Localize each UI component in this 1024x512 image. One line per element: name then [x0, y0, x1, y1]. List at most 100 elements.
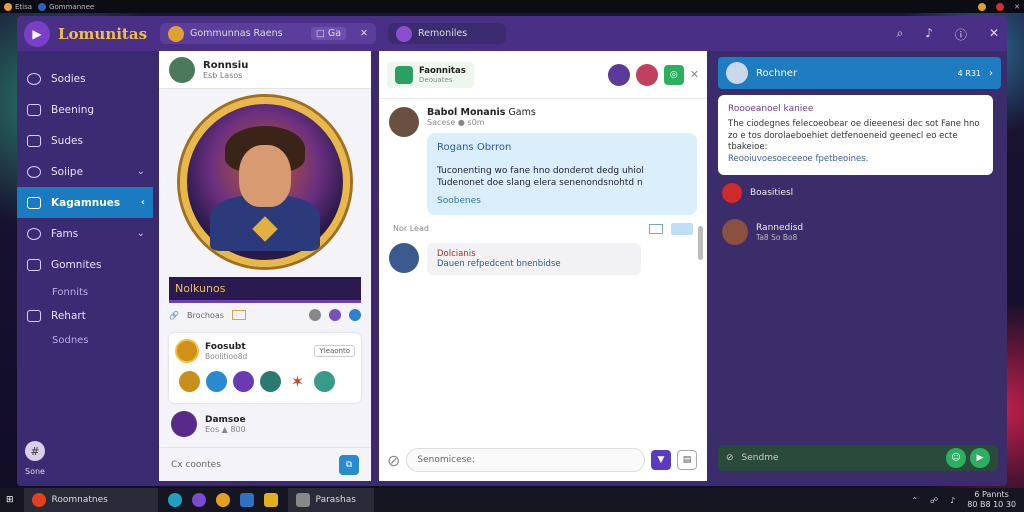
sidebar-item-rehart[interactable]: Rehart — [17, 304, 153, 328]
group-title: Faonnitas — [419, 65, 466, 76]
hero-portrait — [180, 97, 350, 267]
music-icon[interactable]: ♪ — [925, 26, 933, 43]
volume-icon[interactable]: ♪ — [950, 496, 955, 505]
search-icon[interactable]: ⌕ — [897, 26, 904, 43]
link-icon[interactable]: 🔗 — [169, 311, 179, 320]
sidebar-item-label: Soiipe — [51, 165, 84, 178]
sidebar-sub-item[interactable]: Fonnits — [17, 280, 153, 304]
sidebar-item-beening[interactable]: Beening — [17, 94, 153, 125]
right-list-item[interactable]: Boasitiesl — [712, 175, 1007, 211]
avatar[interactable] — [389, 242, 419, 273]
edge-icon[interactable] — [167, 493, 182, 507]
extension-icon[interactable] — [978, 2, 987, 11]
info-icon[interactable]: ⓘ — [955, 26, 967, 43]
chevron-right-icon[interactable]: › — [989, 68, 993, 79]
sidebar-item-kagamnues[interactable]: Kagamnues ‹ — [17, 187, 153, 218]
close-icon[interactable]: ✕ — [989, 26, 999, 43]
avatar[interactable] — [635, 63, 658, 86]
menu-icon[interactable]: ▤ — [677, 450, 697, 470]
share-icon[interactable] — [349, 309, 361, 321]
browser-tab-1[interactable]: Etisa — [4, 2, 32, 11]
tab-remoniles[interactable]: Remoniles — [388, 23, 506, 44]
browser-tab-2[interactable]: Gommannee — [38, 2, 94, 11]
settings-icon[interactable] — [309, 309, 321, 321]
window-close-icon[interactable]: ✕ — [1014, 3, 1020, 11]
network-icon[interactable]: ☍ — [930, 496, 938, 505]
message-meta-row: Nor Lead — [379, 222, 707, 235]
app-logo-icon: ▶ — [24, 20, 50, 47]
windows-start-icon[interactable]: ⊞ — [6, 495, 14, 505]
profile-user-row[interactable]: Damsoe Eos ▲ 800 — [159, 403, 371, 445]
right-list-item[interactable]: Rannedisd Ta8 So Bo8 — [712, 211, 1007, 253]
attach-icon[interactable]: ⊘ — [387, 451, 400, 470]
achievement-icon[interactable] — [233, 371, 254, 392]
chevron-down-icon[interactable]: ⌄ — [137, 228, 145, 239]
emoji-icon[interactable]: ☺ — [946, 448, 966, 468]
hashtag-icon: # — [25, 441, 45, 461]
achievement-icon[interactable] — [179, 371, 200, 392]
sidebar-footer[interactable]: # Sone — [25, 441, 45, 476]
clock-time: 6 Pannts — [974, 490, 1009, 500]
chrome-icon[interactable] — [215, 493, 230, 507]
chevron-left-icon[interactable]: ‹ — [141, 197, 145, 208]
tab-subtab[interactable]: □ Ga — [310, 27, 347, 40]
chevron-up-icon[interactable]: ⌃ — [911, 496, 918, 505]
extension-icon[interactable] — [996, 2, 1005, 11]
avatar[interactable] — [607, 63, 630, 86]
folder-icon[interactable] — [263, 493, 278, 507]
item-sub: Ta8 So Bo8 — [756, 232, 798, 242]
group-chip[interactable]: Faonnitas Deouates — [387, 61, 474, 88]
profile-banner: Nolkunos — [169, 277, 361, 303]
sidebar-item-sudes[interactable]: Sudes — [17, 125, 153, 156]
chat-scrollbar[interactable] — [698, 226, 703, 260]
sidebar-item-gomnites[interactable]: Gomnites — [17, 249, 153, 280]
tab-gommunnas[interactable]: Gommunnas Raens □ Ga ✕ — [160, 23, 376, 44]
card-badge[interactable]: Yleaonto — [314, 345, 355, 357]
clock[interactable]: 6 Pannts 80 B8 10 30 — [967, 490, 1016, 509]
message-title: Dolcianis — [437, 248, 476, 259]
send-icon[interactable]: ▶ — [970, 448, 990, 468]
avatar[interactable] — [389, 107, 419, 137]
achievement-card[interactable]: Foosubt Boolitioo8d Yleaonto ✶ — [169, 333, 361, 403]
taskbar-app-2[interactable]: Parashas — [287, 488, 374, 512]
profile-footer: Cx coontes ⧉ — [159, 447, 371, 481]
sidebar-item-sodies[interactable]: Sodies — [17, 63, 153, 94]
profile-name: Ronnsiu — [203, 59, 249, 71]
book-icon — [27, 134, 41, 147]
taskbar-app-1[interactable]: Roomnatnes — [23, 488, 158, 512]
app-icon[interactable] — [191, 493, 206, 507]
chat-icon[interactable]: ◎ — [663, 64, 684, 85]
achievement-icon[interactable] — [314, 371, 335, 392]
sidebar-item-soiipe[interactable]: Soiipe ⌄ — [17, 156, 153, 187]
sidebar-footer-label: Sone — [25, 467, 45, 476]
right-input-row[interactable]: ⊘ Sendme ☺ ▶ — [718, 445, 998, 471]
image-icon[interactable] — [231, 310, 246, 320]
reply-icon[interactable] — [671, 222, 693, 235]
link-icon[interactable]: ⊘ — [726, 453, 734, 463]
star-icon[interactable] — [329, 309, 341, 321]
add-button[interactable]: ⧉ — [339, 454, 359, 475]
achievement-icon[interactable] — [260, 371, 281, 392]
note-card: Roooeanoel kaniee The ciodegnes felecoeo… — [718, 95, 993, 175]
sidebar-sub-item[interactable]: Sodnes — [17, 328, 153, 352]
note-link[interactable]: Reooiuvoesoeceeoe fpetbeoines. — [728, 154, 983, 165]
close-icon[interactable]: ✕ — [690, 68, 699, 81]
tab-label: Remoniles — [418, 28, 468, 39]
sidebar-item-fams[interactable]: Fams ⌄ — [17, 218, 153, 249]
store-icon[interactable] — [239, 493, 254, 507]
send-button[interactable]: ▼ — [651, 450, 671, 470]
avatar[interactable] — [169, 56, 195, 83]
achievement-icon[interactable] — [206, 371, 227, 392]
profile-panel: Ronnsiu Esb Lasos Nolkunos 🔗 Brochoas Foos… — [159, 51, 371, 481]
chat-icon — [27, 227, 41, 240]
chevron-down-icon[interactable]: ⌄ — [137, 166, 145, 177]
close-icon[interactable]: ✕ — [360, 28, 368, 39]
group-icon — [395, 65, 413, 84]
image-icon[interactable] — [649, 223, 663, 234]
right-header[interactable]: Rochner 4 R31 › — [718, 57, 1001, 89]
message-input[interactable]: Senomicese: — [406, 448, 645, 472]
star-icon[interactable]: ✶ — [287, 371, 308, 392]
avatar — [726, 62, 748, 84]
profile-sub: Esb Lasos — [203, 70, 243, 80]
emoji-icon[interactable] — [628, 454, 640, 466]
